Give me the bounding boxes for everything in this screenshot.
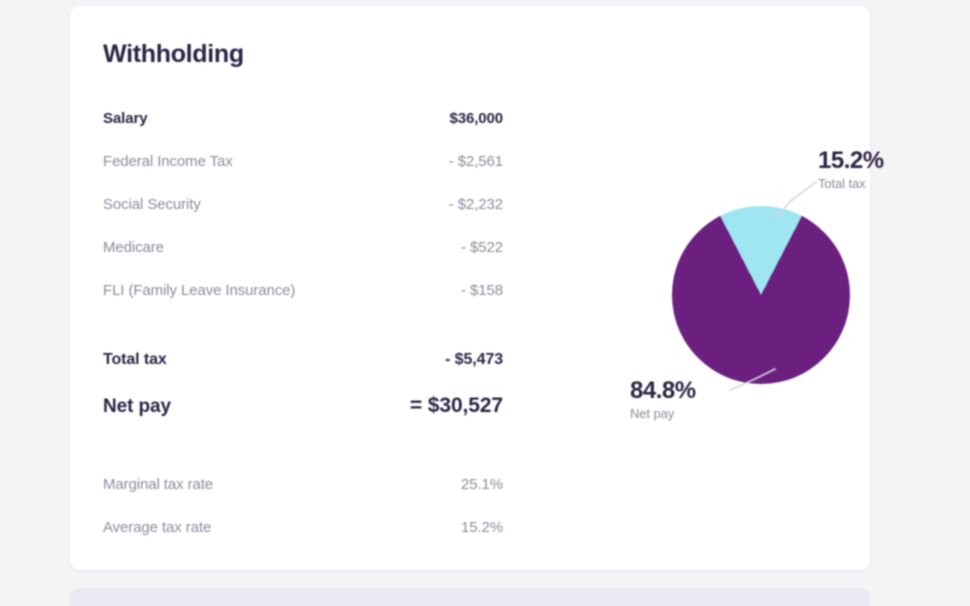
- row-label: Salary: [103, 110, 148, 127]
- table-row-net-pay: Net pay = $30,527: [103, 394, 503, 440]
- row-spacer: [103, 440, 503, 476]
- row-label: Total tax: [103, 351, 167, 368]
- table-row-salary: Salary $36,000: [103, 110, 503, 153]
- row-value: - $2,232: [448, 196, 503, 213]
- row-label: Marginal tax rate: [103, 476, 214, 493]
- row-value: - $522: [461, 239, 503, 256]
- row-value: - $2,561: [448, 153, 503, 170]
- pie-callout-caption: Net pay: [630, 406, 675, 422]
- row-value: = $30,527: [409, 394, 503, 417]
- pie-callout-percent: 84.8%: [630, 377, 696, 404]
- table-row-family-leave-insurance: FLI (Family Leave Insurance) - $158: [103, 282, 503, 325]
- pie-callout-net-pay: 84.8% Net pay: [630, 377, 696, 422]
- table-row-social-security: Social Security - $2,232: [103, 196, 503, 239]
- row-value: $36,000: [449, 110, 503, 127]
- row-label: Federal Income Tax: [103, 153, 233, 170]
- row-value: - $158: [461, 282, 503, 299]
- table-row-medicare: Medicare - $522: [103, 239, 503, 282]
- row-spacer: [103, 325, 503, 351]
- page-title: Withholding: [103, 40, 244, 68]
- table-row-total-tax: Total tax - $5,473: [103, 351, 503, 394]
- table-row-average-tax-rate: Average tax rate 15.2%: [103, 519, 503, 562]
- page-root: Withholding Salary $36,000 Federal Incom…: [0, 0, 970, 606]
- row-label: FLI (Family Leave Insurance): [103, 282, 296, 299]
- row-label: Net pay: [103, 396, 171, 417]
- pie-callout-percent: 15.2%: [818, 147, 884, 174]
- withholding-card: Withholding Salary $36,000 Federal Incom…: [70, 6, 884, 570]
- pie-slices: [672, 206, 850, 384]
- table-row-marginal-tax-rate: Marginal tax rate 25.1%: [103, 476, 503, 519]
- row-value: 15.2%: [460, 519, 503, 536]
- table-row-federal-income-tax: Federal Income Tax - $2,561: [103, 153, 503, 196]
- row-label: Social Security: [103, 196, 201, 213]
- row-value: 25.1%: [460, 476, 503, 493]
- withholding-breakdown-table: Salary $36,000 Federal Income Tax - $2,5…: [103, 110, 503, 562]
- withholding-pie-chart: 15.2% Total tax 84.8% Net pay: [570, 126, 940, 456]
- row-label: Average tax rate: [103, 519, 212, 536]
- pie-callout-total-tax: 15.2% Total tax: [818, 147, 884, 192]
- row-label: Medicare: [103, 239, 164, 256]
- row-value: - $5,473: [445, 351, 503, 368]
- next-card-peek: [70, 588, 870, 606]
- pie-callout-caption: Total tax: [818, 176, 866, 192]
